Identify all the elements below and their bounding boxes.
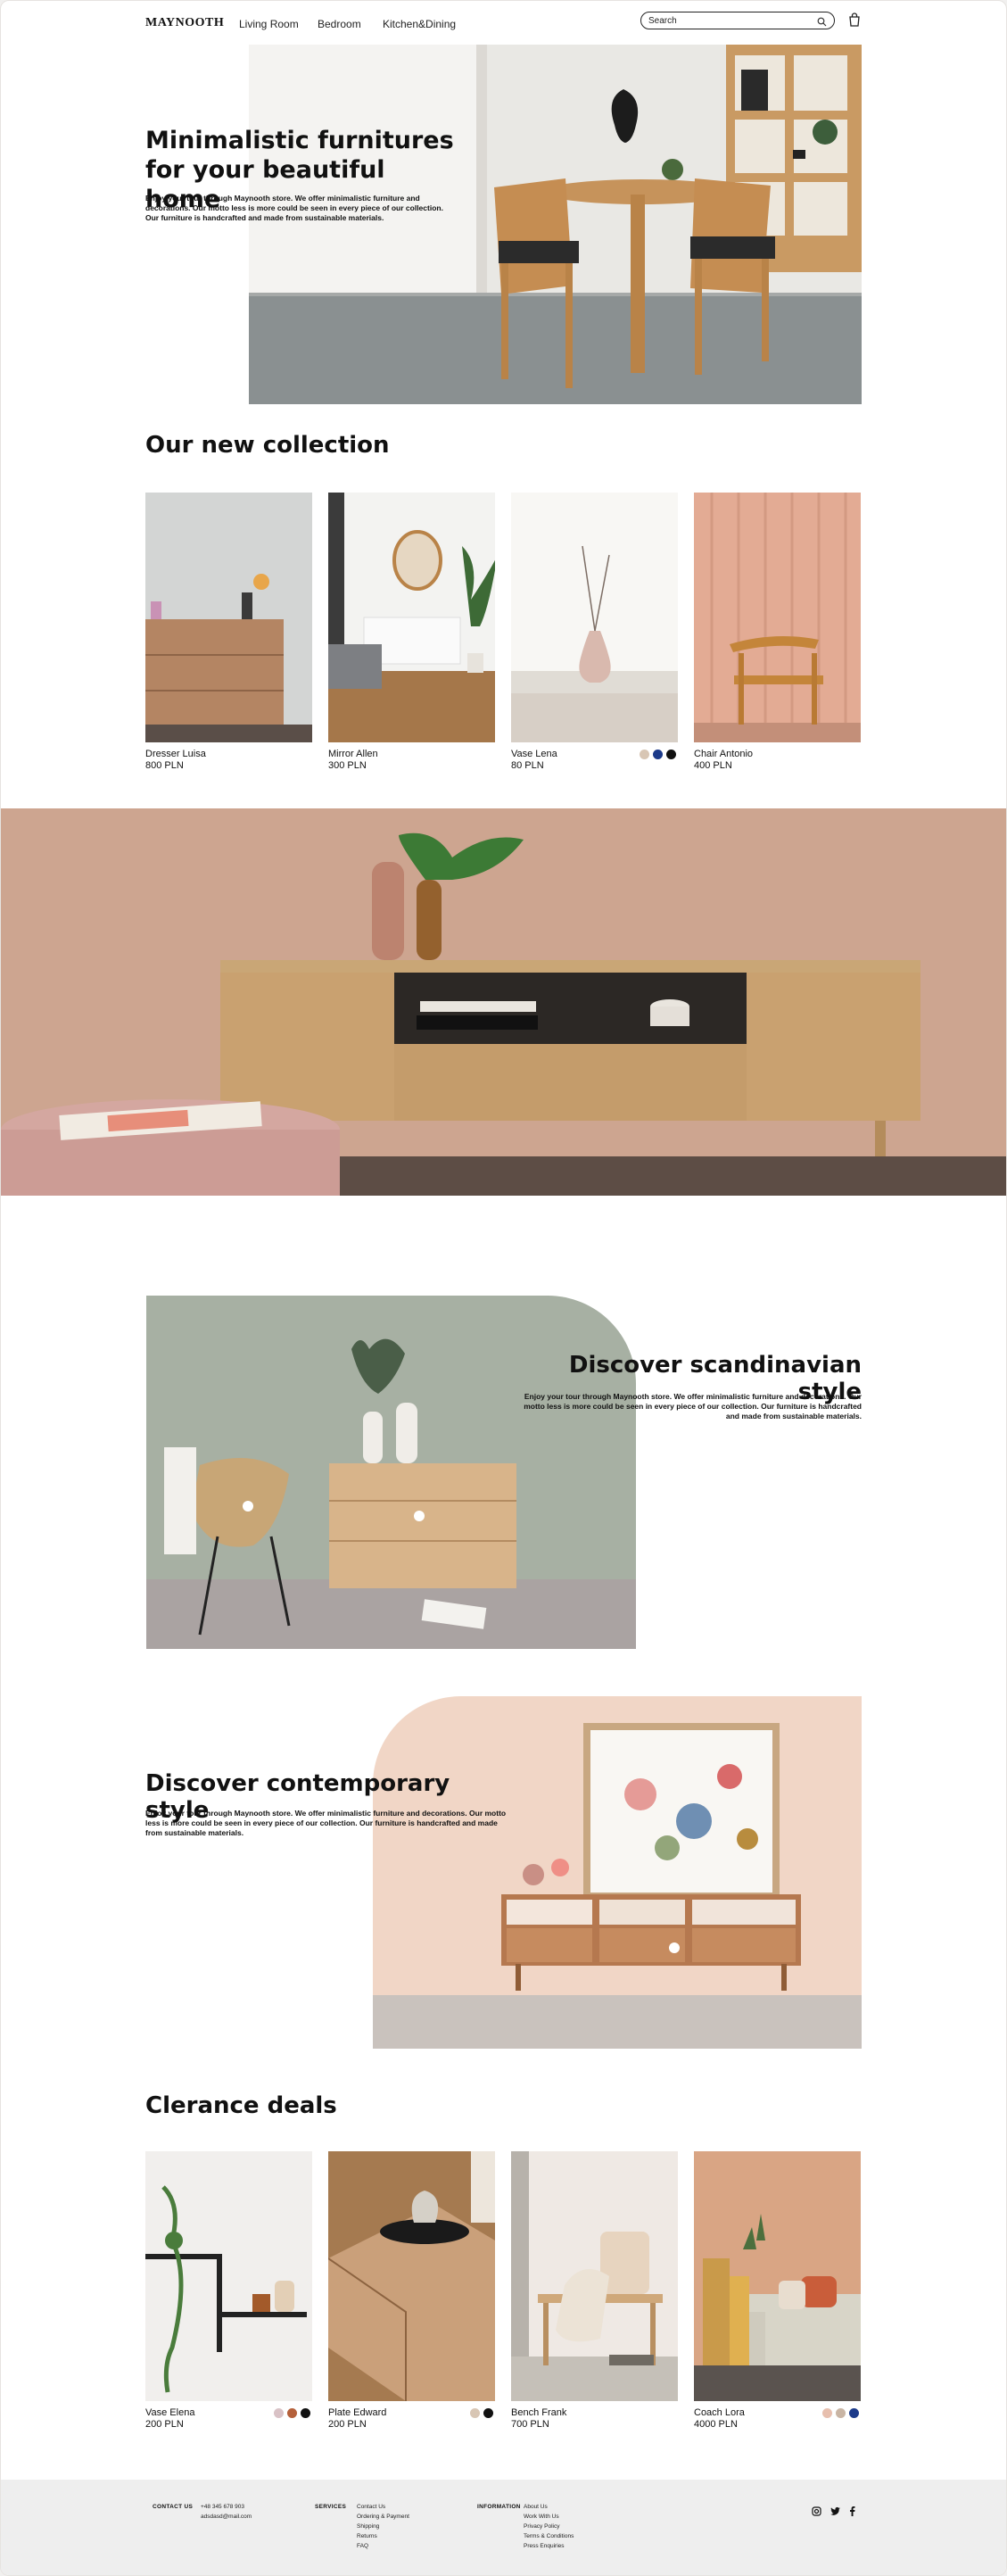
footer-email[interactable]: adsdasd@mail.com (201, 2514, 252, 2520)
color-swatch[interactable] (836, 2408, 846, 2418)
product-price: 4000 PLN (694, 2419, 738, 2430)
color-swatch[interactable] (274, 2408, 284, 2418)
banner-image (1, 808, 1006, 1196)
footer (1, 2480, 1006, 2575)
color-swatches (274, 2408, 310, 2418)
product-image-bench-frank[interactable] (511, 2151, 678, 2401)
product-price: 200 PLN (328, 2419, 367, 2430)
footer-link-terms[interactable]: Terms & Conditions (524, 2533, 574, 2539)
color-swatches (640, 750, 676, 759)
facebook-icon[interactable] (849, 2505, 855, 2521)
footer-link-contact-us[interactable]: Contact Us (357, 2504, 385, 2510)
scandinavian-image (146, 1296, 636, 1649)
product-image-coach-lora[interactable] (694, 2151, 861, 2401)
product-name[interactable]: Chair Antonio (694, 749, 753, 759)
product-name[interactable]: Vase Elena (145, 2407, 194, 2418)
nav-bedroom[interactable]: Bedroom (318, 18, 361, 30)
nav-living-room[interactable]: Living Room (239, 18, 299, 30)
clearance-title: Clerance deals (145, 2092, 337, 2119)
nav-kitchen-dining[interactable]: Kitchen&Dining (383, 18, 456, 30)
footer-services-heading: SERVICES (315, 2504, 347, 2510)
color-swatch[interactable] (653, 750, 663, 759)
color-swatch[interactable] (470, 2408, 480, 2418)
product-price: 200 PLN (145, 2419, 184, 2430)
product-name[interactable]: Plate Edward (328, 2407, 386, 2418)
product-price: 400 PLN (694, 760, 732, 771)
product-card[interactable]: Coach Lora 4000 PLN (694, 2151, 861, 2430)
footer-contact-heading: CONTACT US (153, 2504, 194, 2510)
product-card[interactable]: Bench Frank 700 PLN (511, 2151, 678, 2430)
hero-image (249, 45, 862, 404)
color-swatch[interactable] (287, 2408, 297, 2418)
product-price: 300 PLN (328, 760, 367, 771)
color-swatch[interactable] (849, 2408, 859, 2418)
footer-link-press[interactable]: Press Enquiries (524, 2543, 565, 2549)
footer-link-faq[interactable]: FAQ (357, 2543, 368, 2549)
product-price: 800 PLN (145, 760, 184, 771)
product-card[interactable]: Chair Antonio 400 PLN (694, 493, 861, 771)
color-swatch[interactable] (483, 2408, 493, 2418)
search-icon[interactable] (817, 15, 827, 31)
instagram-icon[interactable] (812, 2505, 821, 2521)
twitter-icon[interactable] (830, 2505, 841, 2521)
product-image-mirror[interactable] (328, 493, 495, 742)
product-card[interactable]: Vase Elena 200 PLN (145, 2151, 312, 2430)
footer-information-heading: INFORMATION (477, 2504, 521, 2510)
footer-link-shipping[interactable]: Shipping (357, 2523, 379, 2530)
cart-icon[interactable] (848, 12, 861, 31)
color-swatch[interactable] (640, 750, 649, 759)
product-card[interactable]: Mirror Allen 300 PLN (328, 493, 495, 771)
product-price: 80 PLN (511, 760, 544, 771)
color-swatches (822, 2408, 859, 2418)
product-image-vase-elena[interactable] (145, 2151, 312, 2401)
product-image-chair[interactable] (694, 493, 861, 742)
product-name[interactable]: Dresser Luisa (145, 749, 206, 759)
product-price: 700 PLN (511, 2419, 549, 2430)
product-name[interactable]: Vase Lena (511, 749, 557, 759)
color-swatch[interactable] (666, 750, 676, 759)
footer-phone[interactable]: +48 345 678 903 (201, 2504, 244, 2510)
page: MAYNOOTH Living Room Bedroom Kitchen&Din… (0, 0, 1007, 2576)
footer-link-returns[interactable]: Returns (357, 2533, 377, 2539)
product-name[interactable]: Mirror Allen (328, 749, 378, 759)
product-card[interactable]: Dresser Luisa 800 PLN (145, 493, 312, 771)
contemporary-image (373, 1696, 862, 2049)
logo[interactable]: MAYNOOTH (145, 16, 224, 30)
hero-text: Enjoy your tour through Maynooth store. … (145, 194, 443, 222)
product-image-vase[interactable] (511, 493, 678, 742)
footer-link-work-with-us[interactable]: Work With Us (524, 2514, 559, 2520)
color-swatch[interactable] (822, 2408, 832, 2418)
search-input[interactable] (648, 15, 809, 26)
product-name[interactable]: Bench Frank (511, 2407, 566, 2418)
product-name[interactable]: Coach Lora (694, 2407, 745, 2418)
scandinavian-text: Enjoy your tour through Maynooth store. … (524, 1392, 862, 1421)
footer-link-ordering[interactable]: Ordering & Payment (357, 2514, 409, 2520)
product-card[interactable]: Plate Edward 200 PLN (328, 2151, 495, 2430)
footer-link-privacy[interactable]: Privacy Policy (524, 2523, 559, 2530)
header: MAYNOOTH Living Room Bedroom Kitchen&Din… (1, 1, 1006, 46)
color-swatches (470, 2408, 493, 2418)
product-image-plate-edward[interactable] (328, 2151, 495, 2401)
search-box (640, 12, 835, 29)
contemporary-text: Enjoy your tour through Maynooth store. … (145, 1809, 507, 1837)
new-collection-title: Our new collection (145, 432, 390, 459)
product-image-dresser[interactable] (145, 493, 312, 742)
product-card[interactable]: Vase Lena 80 PLN (511, 493, 678, 771)
color-swatch[interactable] (301, 2408, 310, 2418)
footer-link-about-us[interactable]: About Us (524, 2504, 548, 2510)
